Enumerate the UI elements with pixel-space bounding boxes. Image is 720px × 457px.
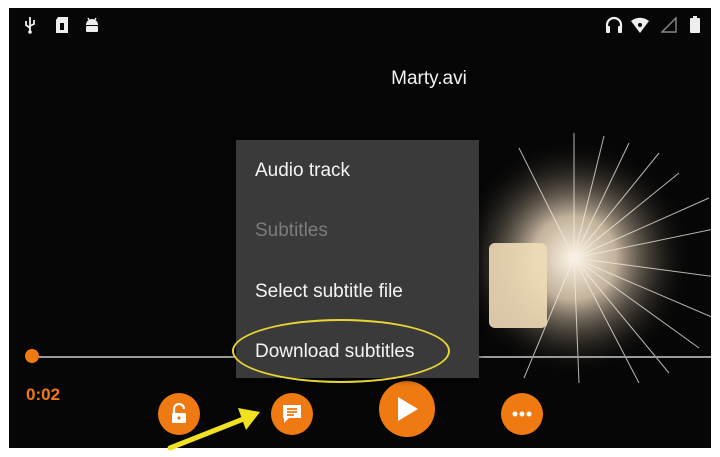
headset-icon [605, 16, 623, 33]
usb-icon [25, 17, 35, 34]
frame-border [0, 0, 720, 8]
video-title: Marty.avi [391, 68, 467, 89]
subtitles-button[interactable] [271, 393, 313, 435]
video-player-screen[interactable]: Marty.avi 0:02 Audio track Subtitles Sel… [9, 8, 711, 448]
sd-card-icon [56, 17, 68, 33]
pointer-arrow-annotation [167, 408, 260, 451]
seek-bar-thumb[interactable] [25, 349, 39, 363]
menu-item-subtitles: Subtitles [255, 220, 328, 241]
menu-item-select-subtitle-file[interactable]: Select subtitle file [255, 281, 403, 303]
current-time: 0:02 [26, 385, 61, 404]
more-options-icon [512, 411, 532, 417]
battery-icon [690, 16, 700, 33]
play-button[interactable] [379, 381, 435, 437]
android-icon [86, 17, 98, 32]
play-icon [398, 397, 418, 421]
wifi-icon [631, 17, 649, 33]
signal-icon [661, 16, 677, 33]
highlight-ellipse-annotation [232, 319, 450, 383]
subtitles-icon [283, 405, 301, 423]
more-options-button[interactable] [501, 393, 543, 435]
status-bar [9, 8, 711, 42]
menu-item-audio-track[interactable]: Audio track [255, 160, 350, 182]
